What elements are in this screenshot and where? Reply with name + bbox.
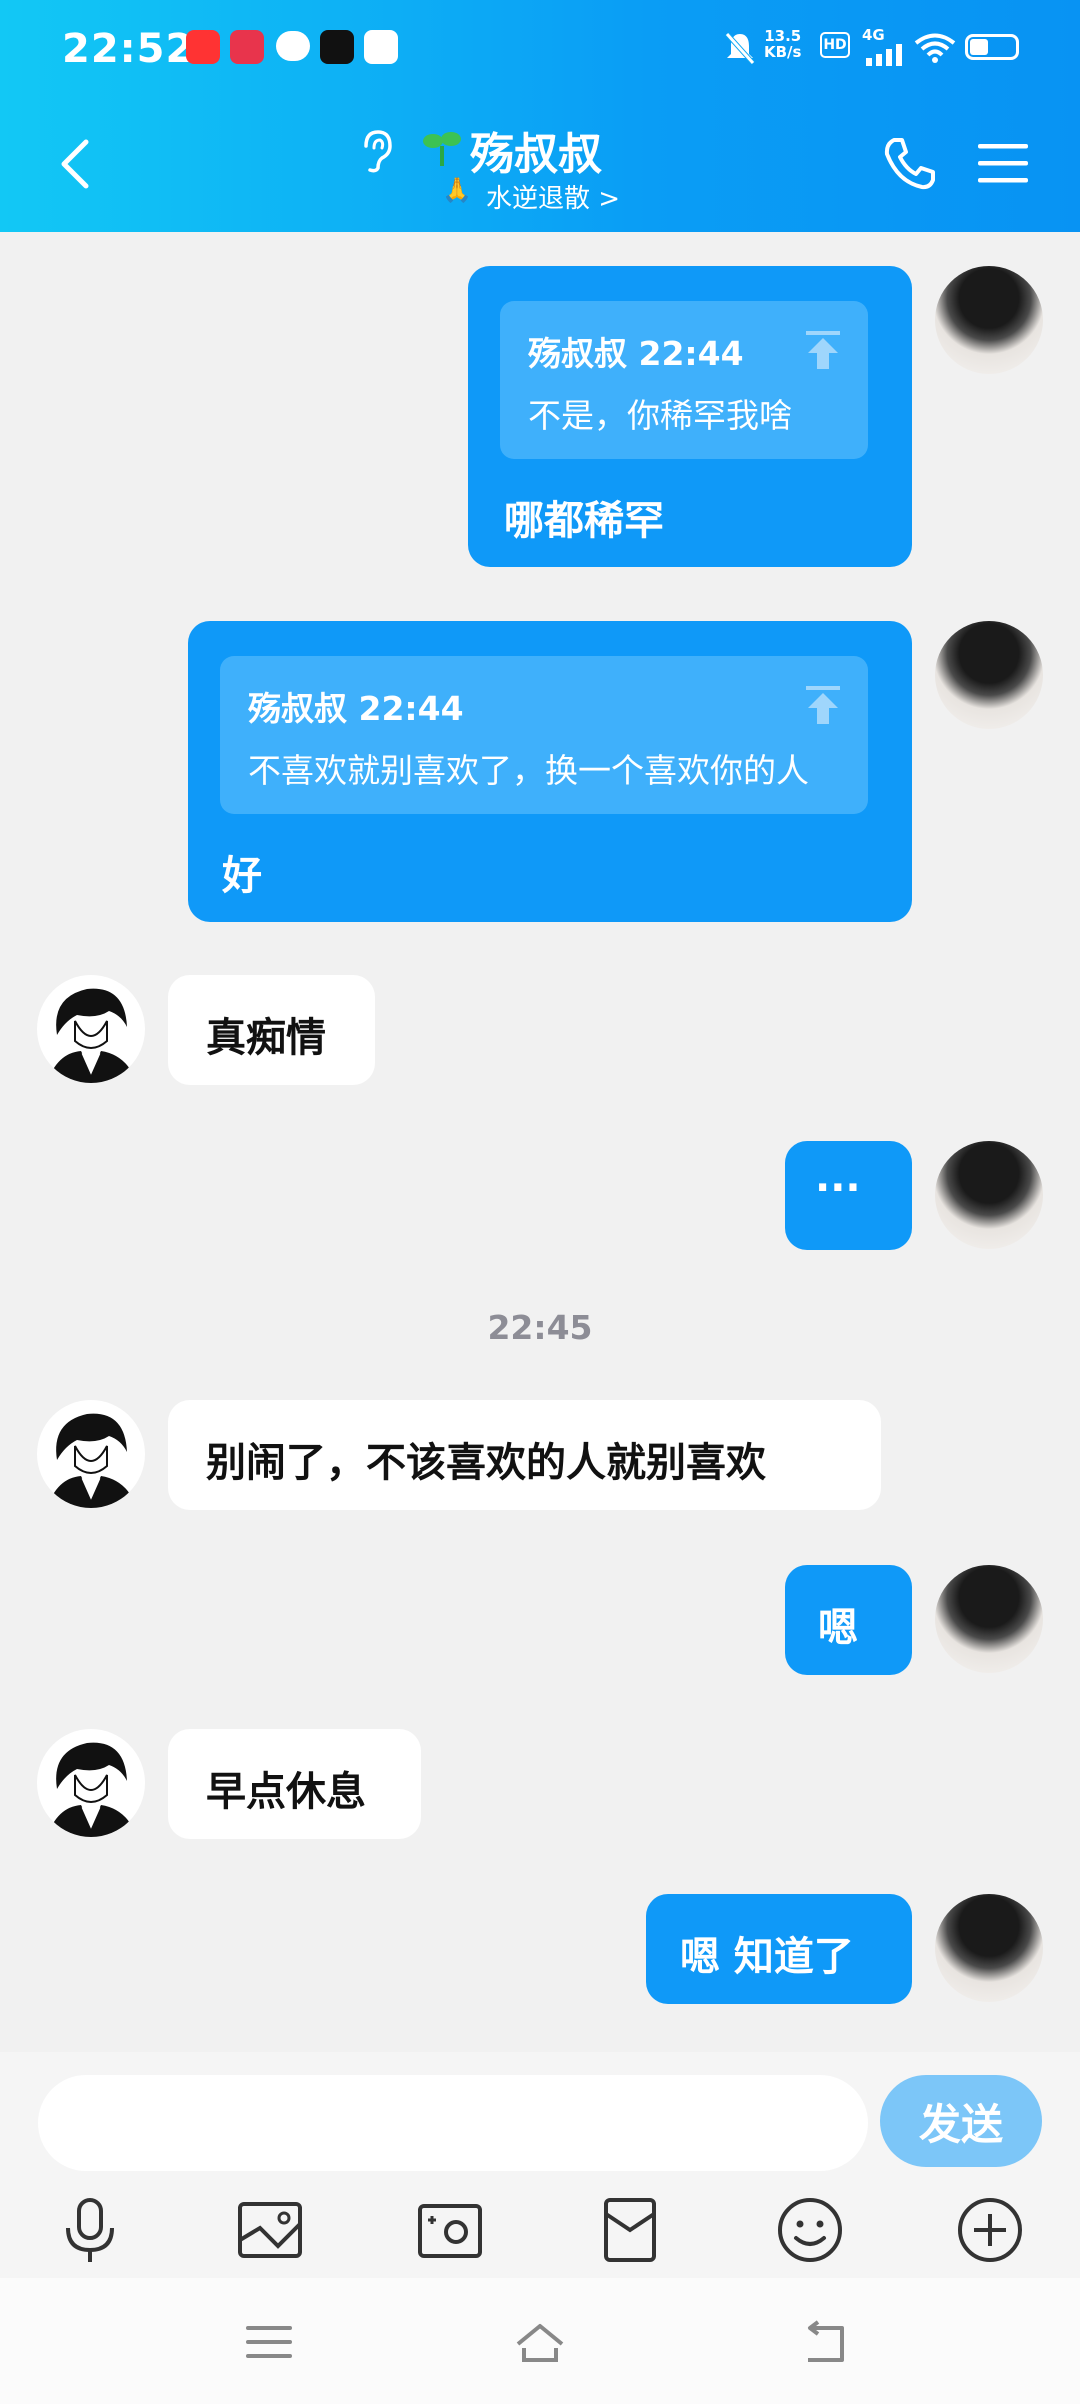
- my-avatar[interactable]: [935, 1565, 1043, 1673]
- message-text: 嗯: [818, 1605, 858, 1651]
- emoji-icon[interactable]: [774, 2194, 846, 2266]
- wifi-icon: [914, 33, 956, 63]
- app-notification-icon: [230, 30, 264, 64]
- my-message-bubble[interactable]: 殇叔叔 22:44 不喜欢就别喜欢了，换一个喜欢你的人 好: [188, 621, 912, 922]
- message-text: 好: [222, 853, 262, 899]
- contact-message-bubble[interactable]: 别闹了，不该喜欢的人就别喜欢: [168, 1400, 881, 1510]
- my-message-bubble[interactable]: 嗯: [785, 1565, 912, 1675]
- status-bar: 22:52 13.5 KB/s HD 4G: [0, 0, 1080, 96]
- app-notification-icon: [186, 30, 220, 64]
- plus-icon[interactable]: [954, 2194, 1026, 2266]
- my-avatar[interactable]: [935, 1141, 1043, 1249]
- my-avatar[interactable]: [935, 621, 1043, 729]
- network-speed-unit: KB/s: [764, 43, 802, 61]
- hamburger-menu-icon[interactable]: [978, 142, 1028, 184]
- anime-avatar-icon: [47, 988, 137, 1083]
- status-time: 22:52: [62, 26, 195, 72]
- system-navigation-bar: [0, 2278, 1080, 2404]
- quoted-message[interactable]: 殇叔叔 22:44 不是，你稀罕我啥: [500, 301, 868, 459]
- contact-avatar[interactable]: [37, 1729, 145, 1837]
- phone-icon[interactable]: [880, 134, 938, 192]
- jump-to-quote-icon[interactable]: [804, 329, 842, 371]
- recent-apps-icon[interactable]: [244, 2318, 296, 2366]
- message-text: 早点休息: [206, 1769, 366, 1815]
- my-avatar[interactable]: [935, 266, 1043, 374]
- time-divider: 22:45: [487, 1308, 593, 1347]
- quote-text: 不是，你稀罕我啥: [528, 396, 792, 435]
- microphone-icon[interactable]: [54, 2194, 126, 2266]
- composer-bar: 发送: [0, 2052, 1080, 2278]
- contact-name[interactable]: 殇叔叔: [470, 118, 602, 182]
- chat-header: 22:52 13.5 KB/s HD 4G 殇叔叔 🙏 水逆退散 >: [0, 0, 1080, 232]
- back-chevron-icon[interactable]: [52, 136, 96, 192]
- my-avatar[interactable]: [935, 1894, 1043, 2002]
- red-packet-icon[interactable]: [594, 2194, 666, 2266]
- quote-sender-time: 殇叔叔 22:44: [248, 689, 464, 728]
- camera-icon[interactable]: [414, 2194, 486, 2266]
- send-button[interactable]: 发送: [880, 2075, 1042, 2167]
- message-input[interactable]: [38, 2075, 868, 2171]
- my-message-bubble[interactable]: ···: [785, 1141, 912, 1250]
- network-type: 4G: [862, 26, 885, 44]
- message-text: 真痴情: [206, 1015, 326, 1061]
- tiktok-notification-icon: [320, 30, 354, 64]
- quoted-message[interactable]: 殇叔叔 22:44 不喜欢就别喜欢了，换一个喜欢你的人: [220, 656, 868, 814]
- quote-sender-time: 殇叔叔 22:44: [528, 334, 744, 373]
- message-text: 嗯 知道了: [680, 1934, 854, 1980]
- sprout-icon: [423, 132, 461, 166]
- message-text: ···: [815, 1165, 861, 1211]
- title-bar: 殇叔叔 🙏 水逆退散 >: [0, 96, 1080, 232]
- my-message-bubble[interactable]: 殇叔叔 22:44 不是，你稀罕我啥 哪都稀罕: [468, 266, 912, 567]
- ear-icon[interactable]: [356, 126, 396, 176]
- back-icon[interactable]: [798, 2318, 850, 2366]
- contact-message-bubble[interactable]: 早点休息: [168, 1729, 421, 1839]
- mute-icon: [725, 32, 755, 65]
- message-text: 哪都稀罕: [504, 498, 664, 544]
- home-icon[interactable]: [514, 2318, 566, 2366]
- image-icon[interactable]: [234, 2194, 306, 2266]
- anime-avatar-icon: [47, 1413, 137, 1508]
- message-text: 别闹了，不该喜欢的人就别喜欢: [206, 1440, 766, 1486]
- message-notification-icon: [276, 31, 310, 61]
- contact-status[interactable]: 水逆退散 >: [486, 178, 620, 215]
- quote-text: 不喜欢就别喜欢了，换一个喜欢你的人: [248, 751, 809, 790]
- anime-avatar-icon: [47, 1742, 137, 1837]
- mail-notification-icon: [364, 30, 398, 64]
- network-speed-value: 13.5: [764, 27, 802, 45]
- praying-hands-icon: 🙏: [442, 176, 472, 204]
- hd-badge: HD: [820, 32, 850, 58]
- jump-to-quote-icon[interactable]: [804, 684, 842, 726]
- my-message-bubble[interactable]: 嗯 知道了: [646, 1894, 912, 2004]
- contact-avatar[interactable]: [37, 975, 145, 1083]
- signal-icon: [866, 44, 902, 66]
- network-speed: 13.5 KB/s: [764, 28, 801, 60]
- battery-icon: [965, 34, 1019, 60]
- contact-message-bubble[interactable]: 真痴情: [168, 975, 375, 1085]
- contact-avatar[interactable]: [37, 1400, 145, 1508]
